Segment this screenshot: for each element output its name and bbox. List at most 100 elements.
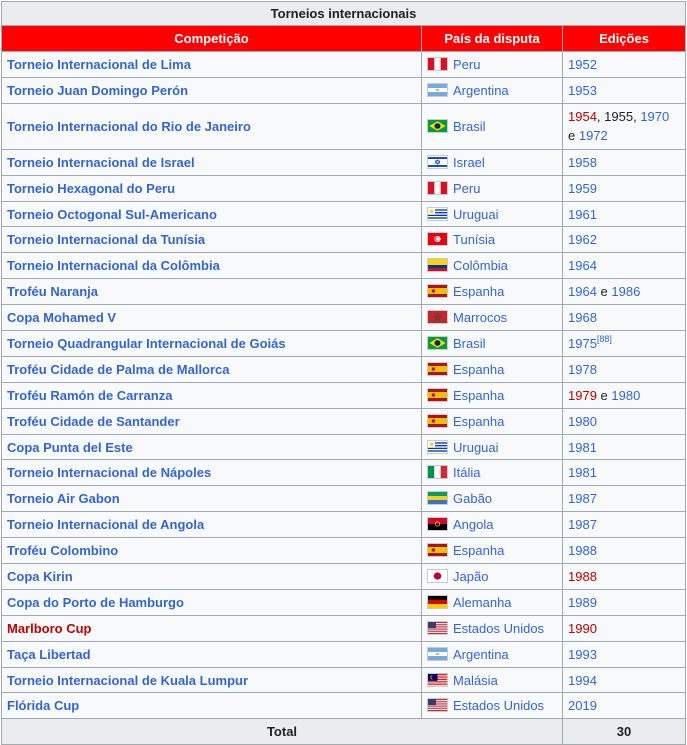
country-link[interactable]: Malásia	[453, 673, 498, 688]
country-link[interactable]: Alemanha	[453, 595, 512, 610]
reference-link[interactable]: [88]	[597, 334, 612, 344]
edition-year[interactable]: 1954	[568, 109, 597, 124]
competition-link[interactable]: Torneio Air Gabon	[1, 485, 422, 513]
country-link[interactable]: Marrocos	[453, 310, 507, 325]
country-link[interactable]: Argentina	[453, 647, 509, 662]
country-link[interactable]: Estados Unidos	[453, 621, 544, 636]
competition-link[interactable]: Torneio Hexagonal do Peru	[1, 174, 422, 202]
country-link[interactable]: Espanha	[453, 414, 504, 429]
spain-flag-icon	[427, 413, 448, 428]
spain-flag-icon	[427, 284, 448, 299]
competition-link[interactable]: Torneio Internacional da Colômbia	[1, 252, 422, 280]
competition-link[interactable]: Marlboro Cup	[1, 614, 422, 642]
angola-flag-icon	[427, 517, 448, 532]
competition-link[interactable]: Torneio Internacional de Israel	[1, 148, 422, 176]
competition-link[interactable]: Troféu Naranja	[1, 278, 422, 306]
country-link[interactable]: Colômbia	[453, 258, 508, 273]
competition-link[interactable]: Troféu Ramón de Carranza	[1, 381, 422, 409]
tournaments-table: Torneios internacionais Competição País …	[0, 1, 687, 745]
edition-year[interactable]: 1987	[568, 491, 597, 506]
edition-year[interactable]: 1978	[568, 362, 597, 377]
editions-cell: 1959	[561, 174, 687, 202]
edition-year[interactable]: 2019	[568, 698, 597, 713]
table-row: Torneio Internacional do Rio de Janeiro B…	[1, 102, 687, 150]
country-link[interactable]: Israel	[453, 155, 485, 170]
edition-year[interactable]: 1958	[568, 155, 597, 170]
competition-link[interactable]: Torneio Quadrangular Internacional de Go…	[1, 330, 422, 357]
edition-year[interactable]: 1962	[568, 232, 597, 247]
edition-year[interactable]: 1961	[568, 207, 597, 222]
country-link[interactable]: Brasil	[453, 336, 486, 351]
edition-year[interactable]: 1970	[640, 109, 669, 124]
usa-flag-icon	[427, 620, 448, 635]
competition-link[interactable]: Torneio Juan Domingo Perón	[1, 76, 422, 104]
edition-year[interactable]: 1975	[568, 336, 597, 351]
edition-year[interactable]: 1981	[568, 465, 597, 480]
malaysia-flag-icon	[427, 672, 448, 687]
edition-year[interactable]: 1988	[568, 543, 597, 558]
country-link[interactable]: Brasil	[453, 119, 486, 134]
edition-year[interactable]: 1953	[568, 83, 597, 98]
competition-link[interactable]: Copa Mohamed V	[1, 304, 422, 332]
country-link[interactable]: Itália	[453, 465, 480, 480]
competition-link[interactable]: Copa do Porto de Hamburgo	[1, 588, 422, 616]
editions-cell: 1958	[561, 148, 687, 176]
table-row: Torneio Internacional da Tunísia Tunísia 1…	[1, 226, 687, 254]
edition-year[interactable]: 1989	[568, 595, 597, 610]
competition-link[interactable]: Troféu Cidade de Santander	[1, 407, 422, 435]
edition-year[interactable]: 1994	[568, 673, 597, 688]
edition-year[interactable]: 1987	[568, 517, 597, 532]
spain-flag-icon	[427, 543, 448, 558]
edition-year[interactable]: 1981	[568, 440, 597, 455]
competition-link[interactable]: Copa Kirin	[1, 563, 422, 590]
edition-year[interactable]: 1990	[568, 621, 597, 636]
competition-link[interactable]: Torneio Internacional de Lima	[1, 51, 422, 78]
competition-link[interactable]: Flórida Cup	[1, 692, 422, 720]
morocco-flag-icon	[427, 310, 448, 325]
country-cell: Alemanha	[421, 588, 563, 616]
table-row: Troféu Cidade de Palma de Mallorca Espanh…	[1, 355, 687, 383]
country-link[interactable]: Gabão	[453, 491, 492, 506]
edition-year[interactable]: 1988	[568, 569, 597, 584]
country-link[interactable]: Tunísia	[453, 232, 495, 247]
country-link[interactable]: Angola	[453, 517, 493, 532]
edition-year[interactable]: 1980	[568, 414, 597, 429]
competition-link[interactable]: Torneio Internacional de Nápoles	[1, 459, 422, 487]
competition-link[interactable]: Troféu Colombino	[1, 537, 422, 565]
edition-year[interactable]: 1980	[611, 388, 640, 403]
country-link[interactable]: Espanha	[453, 284, 504, 299]
editions-cell: 1989	[561, 588, 687, 616]
edition-year[interactable]: 1968	[568, 310, 597, 325]
country-link[interactable]: Peru	[453, 57, 480, 72]
edition-year[interactable]: 1993	[568, 647, 597, 662]
edition-separator: e	[596, 284, 612, 300]
edition-year[interactable]: 1952	[568, 57, 597, 72]
country-link[interactable]: Uruguai	[453, 207, 499, 222]
country-link[interactable]: Espanha	[453, 388, 504, 403]
edition-year[interactable]: 1979	[568, 388, 597, 403]
peru-flag-icon	[427, 180, 448, 195]
edition-year[interactable]: 1964	[568, 284, 597, 299]
competition-link[interactable]: Torneio Internacional de Kuala Lumpur	[1, 666, 422, 694]
edition-year[interactable]: 1959	[568, 181, 597, 196]
competition-link[interactable]: Troféu Cidade de Palma de Mallorca	[1, 355, 422, 383]
country-link[interactable]: Peru	[453, 181, 480, 196]
competition-link[interactable]: Copa Punta del Este	[1, 433, 422, 461]
country-link[interactable]: Espanha	[453, 362, 504, 377]
header-competition: Competição	[1, 25, 422, 52]
country-link[interactable]: Espanha	[453, 543, 504, 558]
edition-year[interactable]: 1964	[568, 258, 597, 273]
edition-year[interactable]: 1972	[579, 128, 608, 143]
competition-link[interactable]: Torneio Internacional do Rio de Janeiro	[1, 102, 422, 150]
country-link[interactable]: Argentina	[453, 83, 509, 98]
edition-year[interactable]: 1986	[611, 284, 640, 299]
country-link[interactable]: Japão	[453, 569, 488, 584]
country-link[interactable]: Uruguai	[453, 440, 499, 455]
competition-link[interactable]: Taça Libertad	[1, 640, 422, 668]
editions-cell: 1988	[561, 563, 687, 590]
competition-link[interactable]: Torneio Internacional da Tunísia	[1, 226, 422, 254]
competition-link[interactable]: Torneio Internacional de Angola	[1, 511, 422, 539]
japan-flag-icon	[427, 568, 448, 583]
country-link[interactable]: Estados Unidos	[453, 698, 544, 713]
competition-link[interactable]: Torneio Octogonal Sul-Americano	[1, 200, 422, 228]
